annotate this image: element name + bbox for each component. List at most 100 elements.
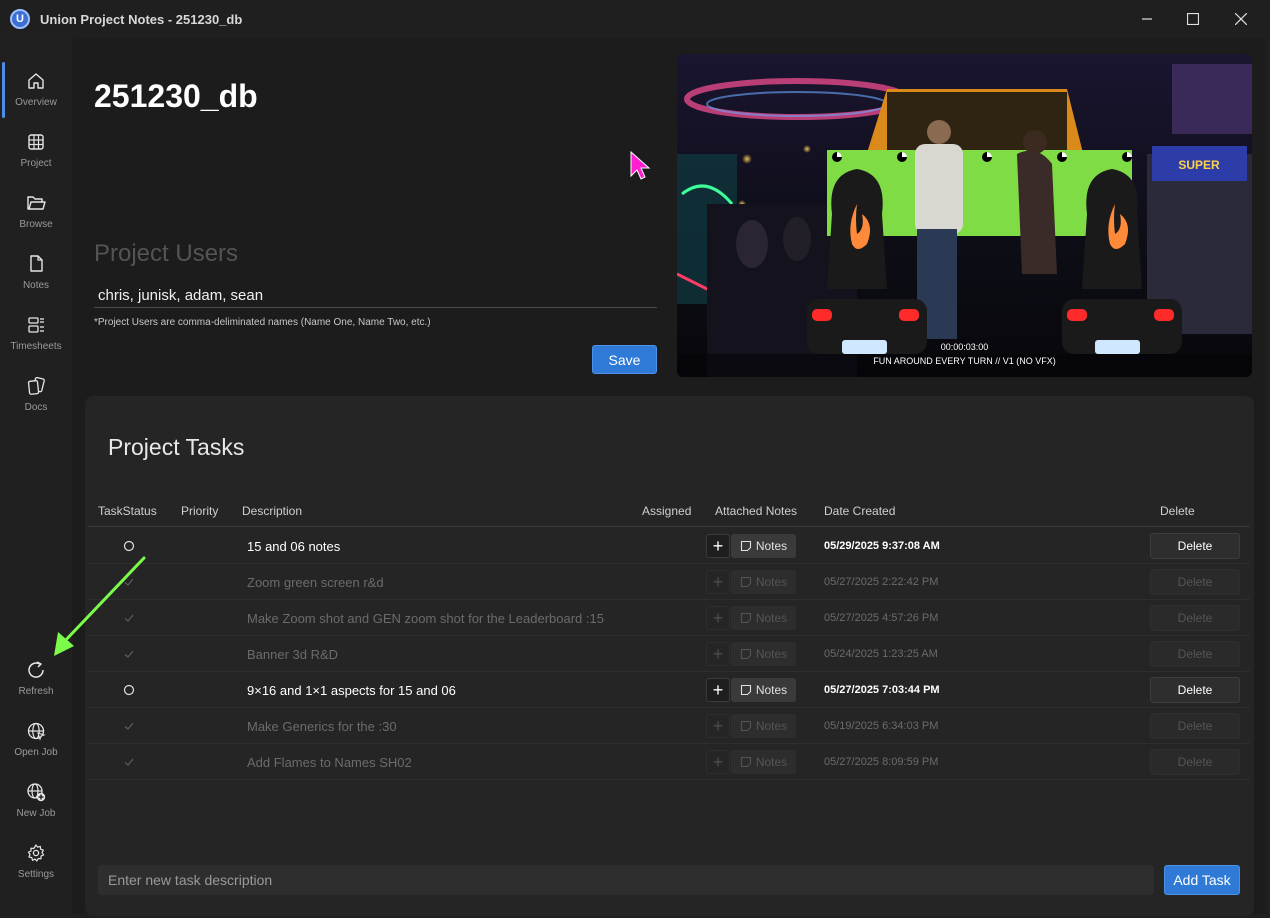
col-header-priority[interactable]: Priority xyxy=(181,504,218,518)
sidebar-item-new-job[interactable]: New Job xyxy=(0,775,72,833)
sidebar-item-label: Refresh xyxy=(18,686,54,697)
table-row[interactable]: Make Generics for the :30 + Notes 05/19/… xyxy=(88,708,1250,744)
notes-button[interactable]: Notes xyxy=(731,750,796,774)
table-row[interactable]: 9×16 and 1×1 aspects for 15 and 06 + Not… xyxy=(88,672,1250,708)
plus-icon: + xyxy=(712,715,724,736)
add-note-button[interactable]: + xyxy=(706,642,730,666)
task-date: 05/27/2025 4:57:26 PM xyxy=(824,612,939,624)
add-note-button[interactable]: + xyxy=(706,606,730,630)
sidebar-item-label: New Job xyxy=(16,808,56,819)
sidebar-item-settings[interactable]: Settings xyxy=(0,836,72,894)
window-title: Union Project Notes - 251230_db xyxy=(40,12,243,27)
close-icon xyxy=(1235,13,1247,25)
note-icon xyxy=(740,612,751,624)
project-users-input[interactable] xyxy=(94,282,657,309)
delete-button[interactable]: Delete xyxy=(1150,713,1240,739)
task-description: Add Flames to Names SH02 xyxy=(247,755,412,770)
notes-label: Notes xyxy=(755,755,788,769)
status-open-icon[interactable] xyxy=(123,540,135,552)
plus-icon: + xyxy=(712,643,724,664)
col-header-description[interactable]: Description xyxy=(242,504,302,518)
delete-button[interactable]: Delete xyxy=(1150,569,1240,595)
task-date: 05/24/2025 1:23:25 AM xyxy=(824,648,938,660)
notes-button[interactable]: Notes xyxy=(731,606,796,630)
table-row[interactable]: 15 and 06 notes + Notes 05/29/2025 9:37:… xyxy=(88,528,1250,564)
timesheet-icon xyxy=(28,317,44,333)
maximize-icon xyxy=(1187,13,1199,25)
plus-icon: + xyxy=(712,751,724,772)
add-note-button[interactable]: + xyxy=(706,714,730,738)
sidebar-item-project[interactable]: Project xyxy=(0,125,72,183)
sidebar-item-label: Notes xyxy=(22,280,50,291)
sidebar-item-docs[interactable]: Docs xyxy=(0,369,72,427)
delete-button[interactable]: Delete xyxy=(1150,605,1240,631)
sidebar-item-label: Settings xyxy=(17,869,55,880)
add-note-button[interactable]: + xyxy=(706,678,730,702)
video-thumbnail[interactable]: SUPER 00:00:03:00 FUN AROUND EVERY TURN … xyxy=(677,54,1252,377)
maximize-button[interactable] xyxy=(1170,0,1216,38)
task-date: 05/29/2025 9:37:08 AM xyxy=(824,540,940,552)
sidebar-item-open-job[interactable]: Open Job xyxy=(0,714,72,772)
notes-label: Notes xyxy=(755,683,788,697)
notes-button[interactable]: Notes xyxy=(731,534,796,558)
table-row[interactable]: Add Flames to Names SH02 + Notes 05/27/2… xyxy=(88,744,1250,780)
project-users-hint: *Project Users are comma-deliminated nam… xyxy=(94,317,431,328)
add-note-button[interactable]: + xyxy=(706,570,730,594)
delete-button[interactable]: Delete xyxy=(1150,749,1240,775)
add-task-button[interactable]: Add Task xyxy=(1164,865,1240,895)
checkmark-icon[interactable] xyxy=(123,756,135,768)
col-header-status[interactable]: TaskStatus xyxy=(98,504,157,518)
sidebar-item-label: Timesheets xyxy=(10,341,62,352)
delete-button[interactable]: Delete xyxy=(1150,533,1240,559)
notes-label: Notes xyxy=(755,647,788,661)
svg-text:SUPER: SUPER xyxy=(1178,158,1220,172)
delete-button[interactable]: Delete xyxy=(1150,677,1240,703)
delete-button[interactable]: Delete xyxy=(1150,641,1240,667)
folder-icon xyxy=(27,196,46,210)
minimize-icon xyxy=(1142,18,1152,20)
task-description: Zoom green screen r&d xyxy=(247,575,384,590)
checkmark-icon[interactable] xyxy=(123,720,135,732)
project-users-field[interactable] xyxy=(94,282,657,309)
notes-button[interactable]: Notes xyxy=(731,714,796,738)
table-row[interactable]: Make Zoom shot and GEN zoom shot for the… xyxy=(88,600,1250,636)
close-button[interactable] xyxy=(1218,0,1264,38)
col-header-attached-notes[interactable]: Attached Notes xyxy=(715,504,797,518)
save-button[interactable]: Save xyxy=(592,345,657,374)
plus-icon: + xyxy=(712,571,724,592)
notes-label: Notes xyxy=(755,719,788,733)
table-row[interactable]: Banner 3d R&D + Notes 05/24/2025 1:23:25… xyxy=(88,636,1250,672)
mouse-cursor-icon xyxy=(630,150,651,180)
note-icon xyxy=(740,756,751,768)
plus-icon: + xyxy=(712,607,724,628)
table-row[interactable]: Zoom green screen r&d + Notes 05/27/2025… xyxy=(88,564,1250,600)
notes-button[interactable]: Notes xyxy=(731,642,796,666)
col-header-delete[interactable]: Delete xyxy=(1160,504,1195,518)
add-note-button[interactable]: + xyxy=(706,750,730,774)
task-description: Make Generics for the :30 xyxy=(247,719,397,734)
add-note-button[interactable]: + xyxy=(706,534,730,558)
new-task-field[interactable] xyxy=(98,865,1154,895)
globe-plus-icon xyxy=(27,783,46,802)
notes-button[interactable]: Notes xyxy=(731,678,796,702)
sidebar-item-notes[interactable]: Notes xyxy=(0,247,72,305)
annotation-arrow-icon xyxy=(54,556,146,656)
minimize-button[interactable] xyxy=(1124,0,1170,38)
sidebar-item-timesheets[interactable]: Timesheets xyxy=(0,308,72,366)
notes-label: Notes xyxy=(755,539,788,553)
sidebar: Overview Project Browse Notes Timesheets… xyxy=(0,38,72,918)
video-timecode: 00:00:03:00 xyxy=(940,342,989,352)
col-header-assigned[interactable]: Assigned xyxy=(642,504,691,518)
docs-icon xyxy=(27,376,45,395)
note-icon xyxy=(740,720,751,732)
col-header-date-created[interactable]: Date Created xyxy=(824,504,895,518)
status-open-icon[interactable] xyxy=(123,684,135,696)
task-description: Banner 3d R&D xyxy=(247,647,339,662)
sidebar-item-browse[interactable]: Browse xyxy=(0,186,72,244)
new-task-input[interactable] xyxy=(98,865,1154,895)
grid-icon xyxy=(28,134,44,150)
header-divider xyxy=(88,526,1250,527)
notes-button[interactable]: Notes xyxy=(731,570,796,594)
app-logo: U xyxy=(10,9,30,29)
sidebar-item-overview[interactable]: Overview xyxy=(0,64,72,122)
